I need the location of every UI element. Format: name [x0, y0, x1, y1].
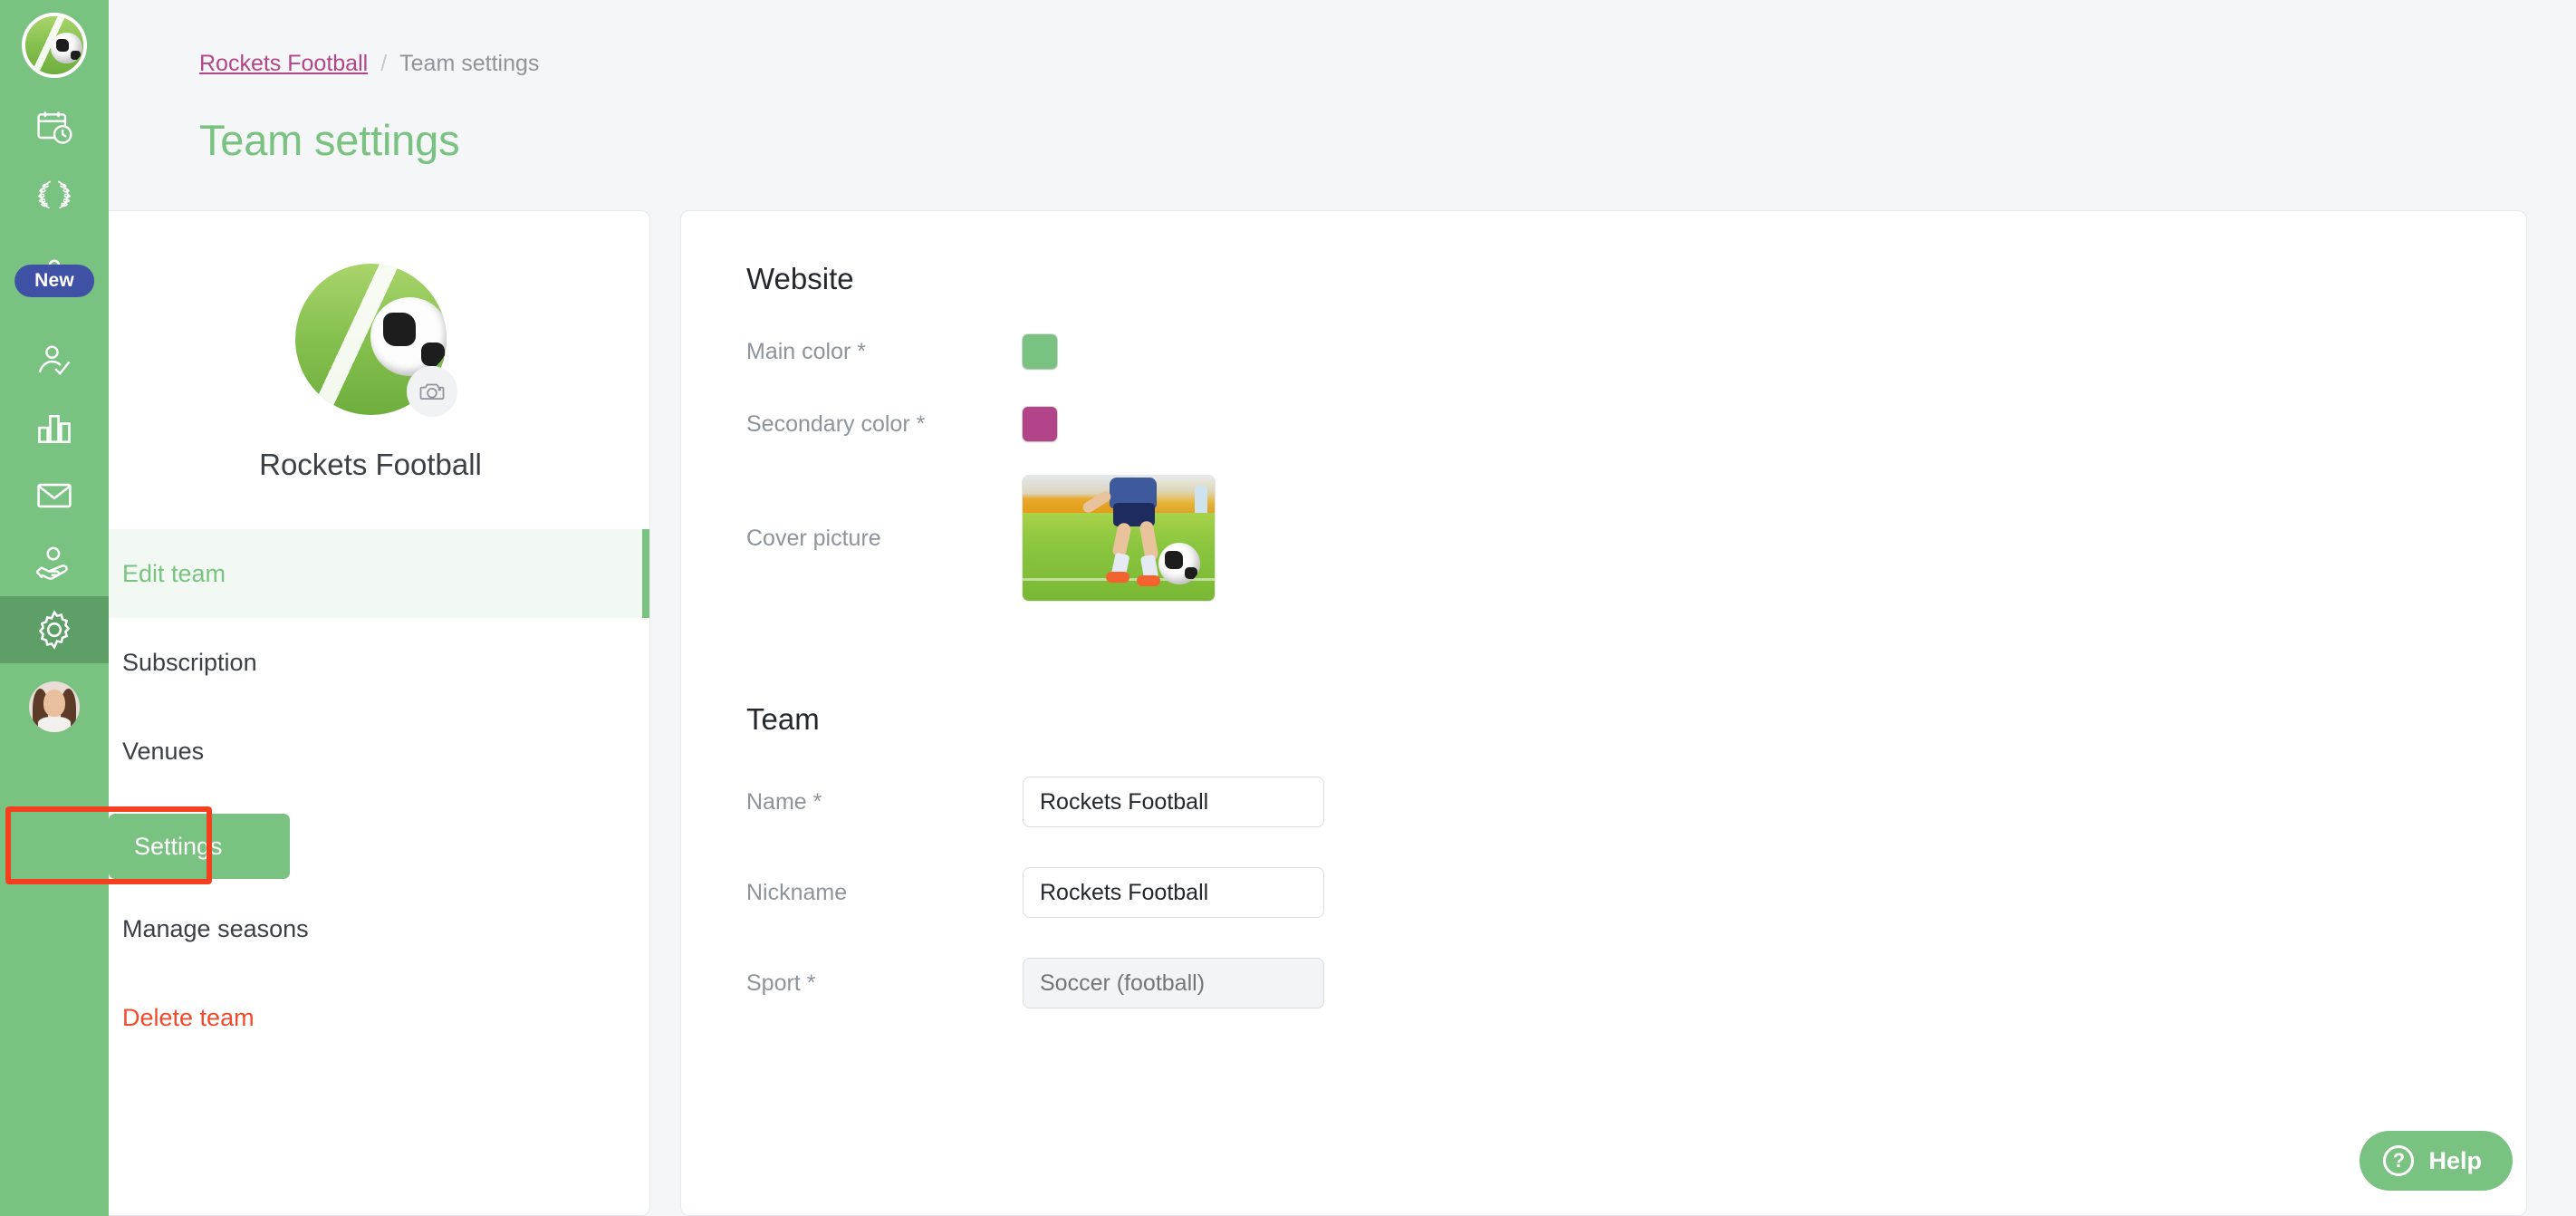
cover-player-boot-right: [1137, 575, 1160, 586]
settings-tooltip: Settings: [109, 814, 290, 879]
team-name-label: Name *: [746, 789, 1023, 815]
cover-picture-thumbnail[interactable]: [1023, 476, 1215, 601]
menu-item-label: Delete team: [122, 1004, 255, 1032]
gear-icon: [33, 608, 76, 651]
camera-icon: [418, 378, 446, 405]
avatar-body: [38, 717, 71, 732]
menu-item-label: Subscription: [122, 649, 257, 677]
content-row: Rockets Football Edit team Subscription …: [91, 210, 2527, 1216]
secondary-color-swatch[interactable]: [1023, 407, 1057, 441]
sidebar-item-statistics[interactable]: [0, 395, 109, 462]
avatar-face: [43, 690, 66, 717]
menu-item-delete-team[interactable]: Delete team: [91, 973, 649, 1062]
breadcrumb: Rockets Football / Team settings: [199, 53, 2485, 75]
menu-item-label: Venues: [122, 738, 204, 766]
sidebar-item-members[interactable]: New: [0, 228, 109, 328]
cover-player-boot-left: [1106, 572, 1129, 583]
menu-item-venues[interactable]: Venues: [91, 707, 649, 796]
menu-item-subscription[interactable]: Subscription: [91, 618, 649, 707]
question-circle-icon: ?: [2383, 1145, 2414, 1176]
envelope-icon: [34, 476, 75, 516]
breadcrumb-separator: /: [380, 53, 387, 75]
settings-main-card: Website Main color * Secondary color * C…: [680, 210, 2527, 1216]
sidebar-item-schedule[interactable]: [0, 94, 109, 161]
team-side-card: Rockets Football Edit team Subscription …: [91, 210, 650, 1216]
secondary-color-label: Secondary color *: [746, 411, 1023, 438]
members-new-badge: New: [14, 265, 94, 297]
calendar-clock-icon: [34, 108, 74, 148]
team-name-heading: Rockets Football: [91, 448, 649, 482]
breadcrumb-team-link[interactable]: Rockets Football: [199, 53, 368, 75]
website-section-heading: Website: [746, 262, 2466, 296]
help-button[interactable]: ? Help: [2360, 1131, 2513, 1191]
team-nickname-input[interactable]: [1023, 867, 1324, 918]
help-button-label: Help: [2428, 1147, 2482, 1175]
sidebar-item-messages[interactable]: [0, 462, 109, 529]
cover-picture-row: Cover picture: [746, 476, 2466, 601]
person-check-icon: [34, 342, 75, 381]
brand-logo-avatar[interactable]: [22, 13, 87, 78]
team-avatar-wrapper: [295, 264, 447, 415]
sidebar-item-payments[interactable]: [0, 529, 109, 596]
main-color-swatch[interactable]: [1023, 334, 1057, 369]
sidebar-item-competitions[interactable]: [0, 161, 109, 228]
team-sport-label: Sport *: [746, 970, 1023, 997]
cover-soccer-ball: [1158, 543, 1200, 584]
sidebar-nav-list: New: [0, 94, 109, 663]
team-section-heading: Team: [746, 702, 2466, 737]
team-nickname-row: Nickname: [746, 867, 2466, 918]
menu-item-label: Manage seasons: [122, 915, 309, 943]
change-team-photo-button[interactable]: [407, 366, 457, 417]
laurel-wreath-icon: [33, 175, 76, 215]
team-sport-input: [1023, 958, 1324, 1009]
left-sidebar: New: [0, 0, 109, 1216]
main-color-row: Main color *: [746, 334, 2466, 369]
page-title: Team settings: [199, 115, 2485, 165]
team-sport-row: Sport *: [746, 958, 2466, 1009]
sidebar-item-attendance[interactable]: [0, 328, 109, 395]
secondary-color-row: Secondary color *: [746, 407, 2466, 441]
soccer-ball-graphic: [51, 33, 82, 64]
settings-tooltip-label: Settings: [134, 833, 223, 861]
team-name-input[interactable]: [1023, 777, 1324, 827]
hand-coin-icon: [33, 543, 76, 583]
main-color-label: Main color *: [746, 339, 1023, 365]
team-section: Team Name * Nickname Sport *: [746, 702, 2466, 1009]
team-avatar-ball: [370, 297, 447, 376]
breadcrumb-current: Team settings: [399, 53, 539, 75]
team-name-row: Name *: [746, 777, 2466, 827]
menu-item-manage-seasons[interactable]: Manage seasons: [91, 884, 649, 973]
app-root: New: [0, 0, 2576, 1216]
menu-item-label: Edit team: [122, 560, 226, 588]
sidebar-item-settings[interactable]: [0, 596, 109, 663]
user-profile-avatar[interactable]: [29, 681, 80, 732]
cover-picture-label: Cover picture: [746, 526, 1023, 552]
team-settings-menu: Edit team Subscription Venues Tasks Mana…: [91, 529, 649, 1062]
team-nickname-label: Nickname: [746, 880, 1023, 906]
menu-item-edit-team[interactable]: Edit team: [91, 529, 649, 618]
bar-chart-icon: [34, 409, 75, 449]
